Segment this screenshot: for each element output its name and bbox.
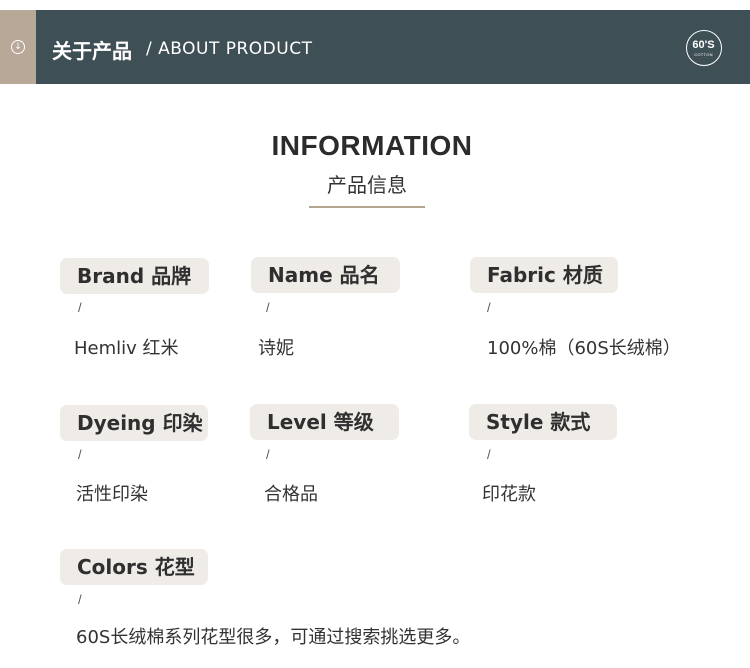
section-title: INFORMATION <box>271 130 473 161</box>
field-separator-brand: / <box>78 300 82 315</box>
field-value-fabric: 100%棉（60S长绒棉） <box>487 338 681 359</box>
section-subtitle: 产品信息 <box>327 173 407 197</box>
field-label-style: Style 款式 <box>469 404 617 440</box>
field-value-style: 印花款 <box>482 484 536 505</box>
header-subtitle: / ABOUT PRODUCT <box>146 39 313 59</box>
field-value-brand: Hemliv 红米 <box>74 338 179 359</box>
field-separator-level: / <box>266 447 270 462</box>
field-label-level: Level 等级 <box>250 404 399 440</box>
header-banner: ↓ 关于产品 / ABOUT PRODUCT 60'S COTTON <box>0 10 750 84</box>
field-value-colors: 60S长绒棉系列花型很多，可通过搜索挑选更多。 <box>76 627 471 648</box>
section-divider <box>309 206 425 208</box>
field-value-level: 合格品 <box>264 484 318 505</box>
banner-tab[interactable]: ↓ <box>0 10 36 84</box>
field-value-name: 诗妮 <box>258 338 294 359</box>
badge-main-text: 60'S <box>692 39 715 51</box>
field-value-dyeing: 活性印染 <box>76 484 148 505</box>
field-separator-colors: / <box>78 592 82 607</box>
field-separator-name: / <box>266 300 270 315</box>
field-separator-fabric: / <box>487 300 491 315</box>
field-separator-dyeing: / <box>78 447 82 462</box>
field-label-fabric: Fabric 材质 <box>470 257 618 293</box>
badge-sub-text: COTTON <box>694 52 713 57</box>
field-label-name: Name 品名 <box>251 257 400 293</box>
field-label-brand: Brand 品牌 <box>60 258 209 294</box>
cotton-badge: 60'S COTTON <box>686 30 722 66</box>
field-separator-style: / <box>487 447 491 462</box>
field-label-dyeing: Dyeing 印染 <box>60 405 208 441</box>
header-title: 关于产品 <box>52 39 132 63</box>
field-label-colors: Colors 花型 <box>60 549 208 585</box>
arrow-down-circle-icon[interactable]: ↓ <box>11 40 25 54</box>
